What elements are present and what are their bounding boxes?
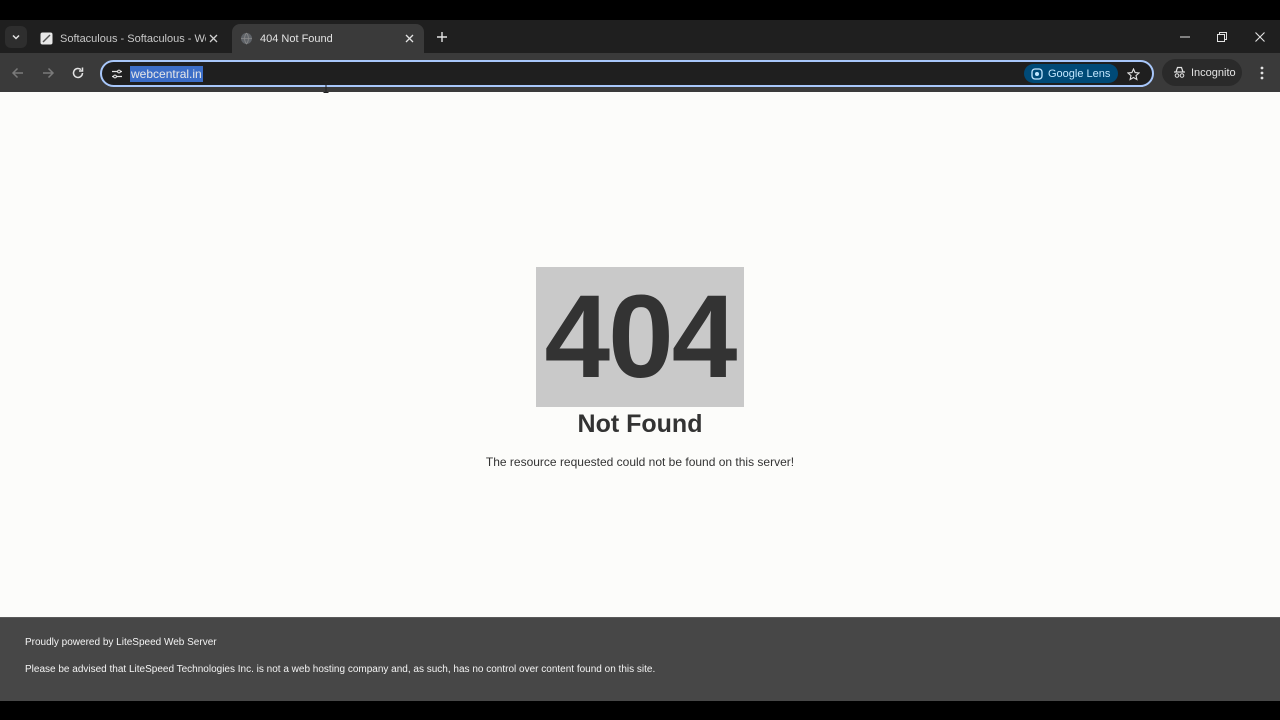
google-lens-label: Google Lens	[1048, 67, 1111, 80]
tab-strip: Softaculous - Softaculous - WordPress 40…	[0, 20, 1280, 53]
chevron-down-icon	[12, 34, 20, 40]
tab-404[interactable]: 404 Not Found	[232, 24, 424, 53]
server-footer: Proudly powered by LiteSpeed Web Server …	[0, 617, 1280, 701]
camera-lens-icon	[1030, 67, 1043, 80]
error-code-box: 404	[536, 267, 744, 407]
site-info-icon[interactable]	[110, 67, 124, 81]
forward-button[interactable]	[37, 62, 59, 84]
close-icon[interactable]	[402, 32, 416, 46]
arrow-left-icon	[11, 67, 23, 79]
back-button[interactable]	[7, 62, 29, 84]
close-icon	[1255, 32, 1265, 42]
tab-search-button[interactable]	[5, 26, 27, 48]
tab-softaculous[interactable]: Softaculous - Softaculous - WordPress	[32, 24, 228, 53]
close-icon[interactable]	[206, 32, 220, 46]
error-code: 404	[544, 271, 738, 403]
more-vertical-icon	[1260, 66, 1264, 80]
tab-title: 404 Not Found	[260, 32, 333, 45]
powered-by-text: Proudly powered by LiteSpeed Web Server	[25, 637, 217, 648]
error-message: The resource requested could not be foun…	[485, 455, 795, 469]
address-bar[interactable]: webcentral.in Google Lens	[100, 60, 1154, 87]
tab-title: Softaculous - Softaculous - WordPress	[60, 32, 206, 45]
screen-bottom-edge	[0, 701, 1280, 720]
reload-icon	[72, 67, 84, 79]
incognito-badge[interactable]: Incognito	[1162, 59, 1242, 86]
minimize-button[interactable]	[1174, 26, 1196, 48]
restore-button[interactable]	[1211, 26, 1233, 48]
screen-top-edge	[0, 0, 1280, 20]
url-text[interactable]: webcentral.in	[130, 66, 203, 82]
minimize-icon	[1180, 36, 1190, 38]
page-title: Not Found	[577, 410, 703, 438]
new-tab-button[interactable]	[432, 27, 452, 47]
reload-button[interactable]	[67, 62, 89, 84]
browser-menu-button[interactable]	[1251, 62, 1273, 84]
google-lens-button[interactable]: Google Lens	[1024, 64, 1118, 83]
plus-icon	[437, 32, 447, 42]
bookmark-star-icon[interactable]	[1124, 65, 1142, 83]
close-window-button[interactable]	[1249, 26, 1271, 48]
text-cursor-icon	[323, 81, 329, 93]
arrow-right-icon	[43, 67, 55, 79]
incognito-icon	[1172, 66, 1186, 80]
incognito-label: Incognito	[1191, 66, 1236, 79]
restore-icon	[1217, 32, 1227, 42]
page-content: 404 Not Found The resource requested cou…	[0, 92, 1280, 617]
globe-icon	[240, 32, 253, 45]
softaculous-icon	[40, 32, 53, 45]
disclaimer-text: Please be advised that LiteSpeed Technol…	[25, 664, 656, 675]
